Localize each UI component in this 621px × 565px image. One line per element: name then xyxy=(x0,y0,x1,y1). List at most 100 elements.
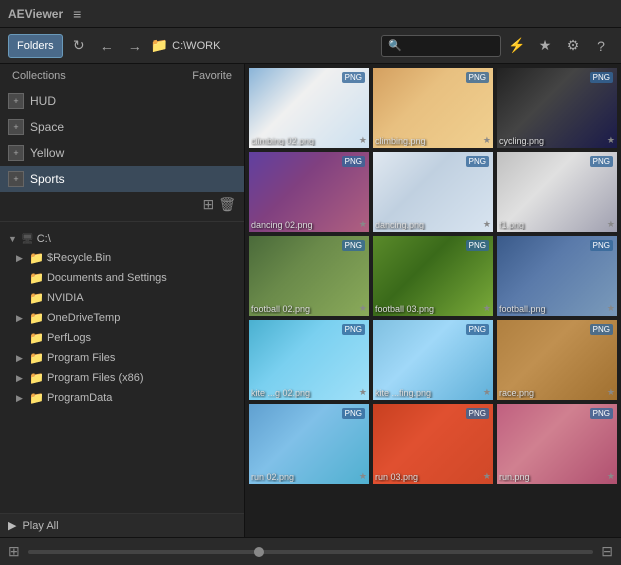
play-all-bar[interactable]: ▶ Play All xyxy=(0,513,244,537)
tree-label-programfiles: Program Files xyxy=(47,352,115,364)
grid-item-kite[interactable]: PNG kite ...fing.png ★ xyxy=(373,320,493,400)
grid-item-football02[interactable]: PNGfootball 02.png★ xyxy=(249,236,369,316)
collection-item-space[interactable]: + Space xyxy=(0,114,244,140)
star-run03[interactable]: ★ xyxy=(483,471,491,482)
toolbar: Folders ↻ ← → 📁 C:\WORK ⚡ ★ ⚙ ? xyxy=(0,28,621,64)
collections-label: Collections xyxy=(12,70,66,82)
title-bar: AEViewer ≡ xyxy=(0,0,621,28)
grid-item-cycling[interactable]: PNG cycling.png ★ xyxy=(497,68,617,148)
star-dancing[interactable]: ★ xyxy=(483,219,491,230)
trash-action-button[interactable]: 🗑 xyxy=(218,196,236,213)
badge-kite02: PNG xyxy=(342,324,365,335)
label-dancing02: dancing 02.png xyxy=(251,220,353,230)
grid-item-football03[interactable]: PNG football 03.png ★ xyxy=(373,236,493,316)
label-climbing: climbing.png xyxy=(375,136,477,146)
label-run03: run 03.png xyxy=(375,472,477,482)
gear-icon[interactable]: ⚙ xyxy=(561,34,585,58)
badge-run03: PNG xyxy=(466,408,489,419)
path-bar: 📁 C:\WORK xyxy=(151,37,377,54)
search-input[interactable] xyxy=(381,35,501,57)
tree-item-perflogs[interactable]: 📁 PerfLogs xyxy=(0,328,244,348)
folder-icon: 📁 xyxy=(29,291,44,305)
grid-item-dancing02[interactable]: PNGdancing 02.png★ xyxy=(249,152,369,232)
grid-item-race[interactable]: PNGrace.png★ xyxy=(497,320,617,400)
star-dancing02[interactable]: ★ xyxy=(359,219,367,230)
star-run[interactable]: ★ xyxy=(607,471,615,482)
badge-run: PNG xyxy=(590,408,613,419)
tree-item-programdata[interactable]: ▶ 📁 ProgramData xyxy=(0,388,244,408)
tree-item-documents[interactable]: 📁 Documents and Settings xyxy=(0,268,244,288)
badge-football03: PNG xyxy=(466,240,489,251)
grid-view-icon[interactable]: ⊞ xyxy=(8,543,20,560)
zoom-slider[interactable] xyxy=(28,550,594,554)
folder-icon: 📁 xyxy=(29,251,44,265)
star-football03[interactable]: ★ xyxy=(483,303,491,314)
star-climbing02[interactable]: ★ xyxy=(359,135,367,146)
forward-button[interactable]: → xyxy=(123,34,147,58)
label-football03: football 03.png xyxy=(375,304,477,314)
collection-item-hud[interactable]: + HUD xyxy=(0,88,244,114)
grid-item-climbing02[interactable]: PNGclimbing 02.png★ xyxy=(249,68,369,148)
star-icon[interactable]: ★ xyxy=(533,34,557,58)
refresh-button[interactable]: ↻ xyxy=(67,34,91,58)
image-grid: PNGclimbing 02.png★ PNG climbing.png ★ PNG cy… xyxy=(249,68,617,484)
collection-item-sports[interactable]: + Sports xyxy=(0,166,244,192)
grid-item-football[interactable]: PNGfootball.png★ xyxy=(497,236,617,316)
label-kite: kite ...fing.png xyxy=(375,388,477,398)
tree-item-programfilesx86[interactable]: ▶ 📁 Program Files (x86) xyxy=(0,368,244,388)
collection-label-space: Space xyxy=(30,120,64,134)
help-icon[interactable]: ? xyxy=(589,34,613,58)
tree-item-programfiles[interactable]: ▶ 📁 Program Files xyxy=(0,348,244,368)
back-button[interactable]: ← xyxy=(95,34,119,58)
star-climbing[interactable]: ★ xyxy=(483,135,491,146)
tree-item-nvidia[interactable]: 📁 NVIDIA xyxy=(0,288,244,308)
tree-label-nvidia: NVIDIA xyxy=(47,292,84,304)
sidebar-divider xyxy=(0,221,244,222)
grid-item-dancing[interactable]: PNGdancing.png★ xyxy=(373,152,493,232)
tree-label-onedrive: OneDriveTemp xyxy=(47,312,120,324)
badge-cycling: PNG xyxy=(590,72,613,83)
star-cycling[interactable]: ★ xyxy=(607,135,615,146)
label-cycling: cycling.png xyxy=(499,136,601,146)
menu-icon[interactable]: ≡ xyxy=(73,6,81,22)
grid-item-run02[interactable]: PNGrun 02.png★ xyxy=(249,404,369,484)
path-text: C:\WORK xyxy=(172,40,220,52)
star-run02[interactable]: ★ xyxy=(359,471,367,482)
star-kite02[interactable]: ★ xyxy=(359,387,367,398)
tree-item-onedrive[interactable]: ▶ 📁 OneDriveTemp xyxy=(0,308,244,328)
lightning-icon[interactable]: ⚡ xyxy=(505,34,529,58)
chevron-right-icon: ▶ xyxy=(16,373,26,384)
star-kite[interactable]: ★ xyxy=(483,387,491,398)
grid-item-f1[interactable]: PNGf1.png★ xyxy=(497,152,617,232)
tree-label-programfilesx86: Program Files (x86) xyxy=(47,372,144,384)
folder-icon: 📁 xyxy=(29,371,44,385)
folder-icon: 📁 xyxy=(29,391,44,405)
label-run02: run 02.png xyxy=(251,472,353,482)
label-football02: football 02.png xyxy=(251,304,353,314)
toolbar-right: ⚡ ★ ⚙ ? xyxy=(505,34,613,58)
star-football02[interactable]: ★ xyxy=(359,303,367,314)
label-race: race.png xyxy=(499,388,601,398)
badge-kite: PNG xyxy=(466,324,489,335)
collection-icon-hud: + xyxy=(8,93,24,109)
tree-item-root[interactable]: ▼ 🖥 C:\ xyxy=(0,230,244,248)
label-football: football.png xyxy=(499,304,601,314)
layout-icon[interactable]: ⊟ xyxy=(601,543,613,560)
star-f1[interactable]: ★ xyxy=(607,219,615,230)
play-icon: ▶ xyxy=(8,519,16,532)
grid-item-run03[interactable]: PNG run 03.png ★ xyxy=(373,404,493,484)
badge-f1: PNG xyxy=(590,156,613,167)
collection-item-yellow[interactable]: + Yellow xyxy=(0,140,244,166)
grid-item-kite02[interactable]: PNGkite ...g 02.png★ xyxy=(249,320,369,400)
tree-item-recycle[interactable]: ▶ 📁 $Recycle.Bin xyxy=(0,248,244,268)
folders-button[interactable]: Folders xyxy=(8,34,63,58)
label-dancing: dancing.png xyxy=(375,220,477,230)
status-bar: ⊞ ⊟ xyxy=(0,537,621,565)
label-run: run.png xyxy=(499,472,601,482)
star-race[interactable]: ★ xyxy=(607,387,615,398)
grid-item-run[interactable]: PNG run.png ★ xyxy=(497,404,617,484)
star-football[interactable]: ★ xyxy=(607,303,615,314)
chevron-down-icon: ▼ xyxy=(8,234,18,244)
grid-action-button[interactable]: ⊞ xyxy=(202,196,214,213)
grid-item-climbing[interactable]: PNGclimbing.png★ xyxy=(373,68,493,148)
